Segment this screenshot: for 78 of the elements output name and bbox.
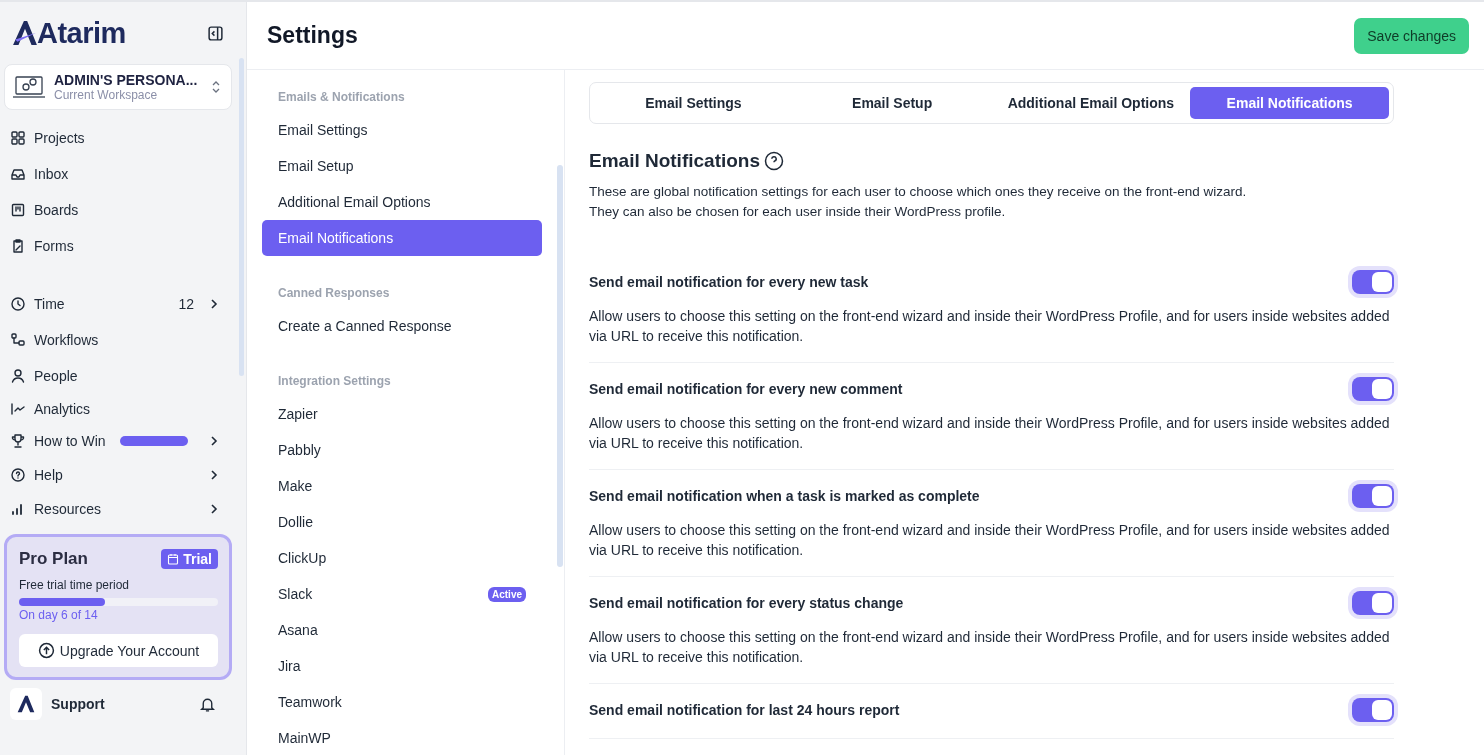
tab[interactable]: Additional Email Options (991, 87, 1191, 119)
workspace-caption: Current Workspace (54, 88, 159, 102)
arrow-up-circle-icon (37, 642, 55, 659)
settings-nav-item[interactable]: ClickUp (262, 540, 542, 576)
settings-nav-item[interactable]: Make (262, 468, 542, 504)
settings-nav-item[interactable]: Slack Active (262, 576, 542, 612)
person-icon (10, 368, 26, 384)
settings-nav-item[interactable]: Additional Email Options (262, 184, 542, 220)
upgrade-button[interactable]: Upgrade Your Account (19, 634, 218, 667)
trophy-icon (10, 433, 26, 449)
atarim-logo[interactable]: Atarim (12, 16, 126, 50)
settings-nav-item[interactable]: Teamwork (262, 684, 542, 720)
chevron-up-down-icon (211, 79, 221, 95)
support-link[interactable]: Support (51, 696, 105, 712)
tab[interactable]: Email Notifications (1190, 87, 1389, 119)
sidebar-item[interactable]: Projects (10, 120, 226, 156)
scrollbar-thumb[interactable] (557, 165, 563, 567)
plan-caption: Free trial time period (19, 578, 131, 592)
page-title: Settings (267, 22, 358, 49)
workflow-icon (10, 332, 26, 348)
workspace-switcher[interactable]: ADMIN'S PERSONA... Current Workspace (4, 64, 232, 110)
section-description: They can also be chosen for each user inside their WordPress profile. (589, 203, 1007, 221)
clock-icon (10, 296, 26, 312)
settings-nav-item[interactable]: Dollie (262, 504, 542, 540)
inbox-icon (10, 166, 26, 182)
board-icon (10, 202, 26, 218)
notification-title: Send email notification for every new task (589, 274, 869, 290)
settings-group-heading: Canned Responses (277, 285, 391, 302)
settings-nav-item[interactable]: Zapier (262, 396, 542, 432)
notification-title: Send email notification for last 24 hours report (589, 702, 900, 718)
sidebar-item[interactable]: Inbox (10, 156, 226, 192)
settings-nav-item[interactable]: MainWP (262, 720, 542, 755)
sidebar-item[interactable]: Workflows (10, 322, 226, 358)
save-changes-button[interactable]: Save changes (1354, 17, 1469, 54)
item-count: 12 (178, 296, 194, 312)
notification-description: Allow users to choose this setting on the front-end wizard and inside their WordPress Profile, and for users inside websites added via URL to receive this notification. (589, 628, 1391, 667)
sidebar-item[interactable]: Boards (10, 192, 226, 228)
notification-description: Allow users to choose this setting on the front-end wizard and inside their WordPress Profile, and for users inside websites added via URL to receive this notification. (589, 414, 1391, 453)
settings-nav-item[interactable]: Pabbly (262, 432, 542, 468)
trial-badge: Trial (161, 549, 218, 569)
sidebar-item[interactable]: Resources (10, 492, 226, 526)
tab[interactable]: Email Setup (792, 87, 992, 119)
clipboard-icon (10, 238, 26, 254)
settings-nav-item[interactable]: Jira (262, 648, 542, 684)
sidebar-item[interactable]: Time 12 (10, 286, 226, 322)
tab[interactable]: Email Settings (594, 87, 793, 119)
help-icon[interactable] (764, 151, 785, 171)
status-badge: Active (488, 586, 526, 602)
sidebar-item[interactable]: Forms (10, 228, 226, 264)
logo-avatar (10, 688, 42, 720)
calendar-icon (167, 553, 180, 565)
settings-group-heading: Integration Settings (277, 373, 392, 390)
notification-title: Send email notification for every status change (589, 595, 904, 611)
notification-title: Send email notification for every new comment (589, 381, 903, 397)
settings-nav-item[interactable]: Email Settings (262, 112, 542, 148)
sidebar-item[interactable]: Analytics (10, 394, 226, 424)
settings-nav-item[interactable]: Email Setup (262, 148, 542, 184)
scrollbar-thumb[interactable] (239, 58, 244, 376)
help-icon (10, 467, 26, 483)
settings-nav-item[interactable]: Email Notifications (262, 220, 542, 256)
workspace-name: ADMIN'S PERSONA... (54, 72, 199, 88)
settings-group-heading: Emails & Notifications (277, 89, 406, 106)
notification-bell-icon[interactable] (199, 695, 216, 713)
section-title: Email Notifications (589, 150, 761, 172)
sidebar-item[interactable]: People (10, 358, 226, 394)
trial-progress-text: On day 6 of 14 (19, 608, 99, 622)
grid-icon (10, 130, 26, 146)
settings-nav-item[interactable]: Create a Canned Response (262, 308, 542, 344)
notification-title: Send email notification when a task is marked as complete (589, 488, 980, 504)
sidebar-item[interactable]: Help (10, 458, 226, 492)
sidebar-collapse-icon[interactable] (207, 24, 224, 42)
section-description: These are global notification settings for each user to choose which ones they receive on the front-end wizard. (589, 183, 1248, 201)
chart-line-icon (10, 401, 26, 417)
sidebar-item[interactable]: How to Win (10, 424, 226, 458)
notification-description: Allow users to choose this setting on the front-end wizard and inside their WordPress Profile, and for users inside websites added via URL to receive this notification. (589, 307, 1391, 346)
plan-title: Pro Plan (19, 549, 88, 569)
notification-description: Allow users to choose this setting on the front-end wizard and inside their WordPress Profile, and for users inside websites added via URL to receive this notification. (589, 521, 1391, 560)
settings-nav-item[interactable]: Asana (262, 612, 542, 648)
